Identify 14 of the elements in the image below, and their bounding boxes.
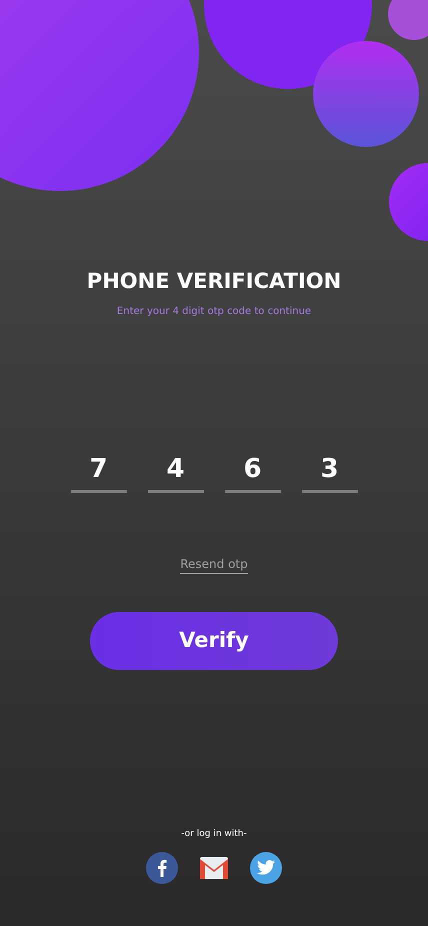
otp-digit-field[interactable]: 4 <box>148 449 204 493</box>
otp-digit-field[interactable]: 7 <box>70 449 126 493</box>
twitter-login-button[interactable] <box>250 852 282 884</box>
otp-digit-field[interactable]: 3 <box>302 449 358 493</box>
facebook-login-button[interactable] <box>146 852 178 884</box>
social-login-label: -or log in with- <box>181 828 247 841</box>
envelope-icon <box>199 856 229 880</box>
resend-otp-link[interactable]: Resend otp <box>180 555 248 574</box>
facebook-icon <box>157 858 167 876</box>
otp-digit-field[interactable]: 6 <box>224 449 280 493</box>
page-title: PHONE VERIFICATION <box>86 268 342 295</box>
bird-icon <box>257 860 275 875</box>
verify-button[interactable]: Verify <box>90 612 338 670</box>
instruction-text: Enter your 4 digit otp code to continue <box>116 305 312 319</box>
